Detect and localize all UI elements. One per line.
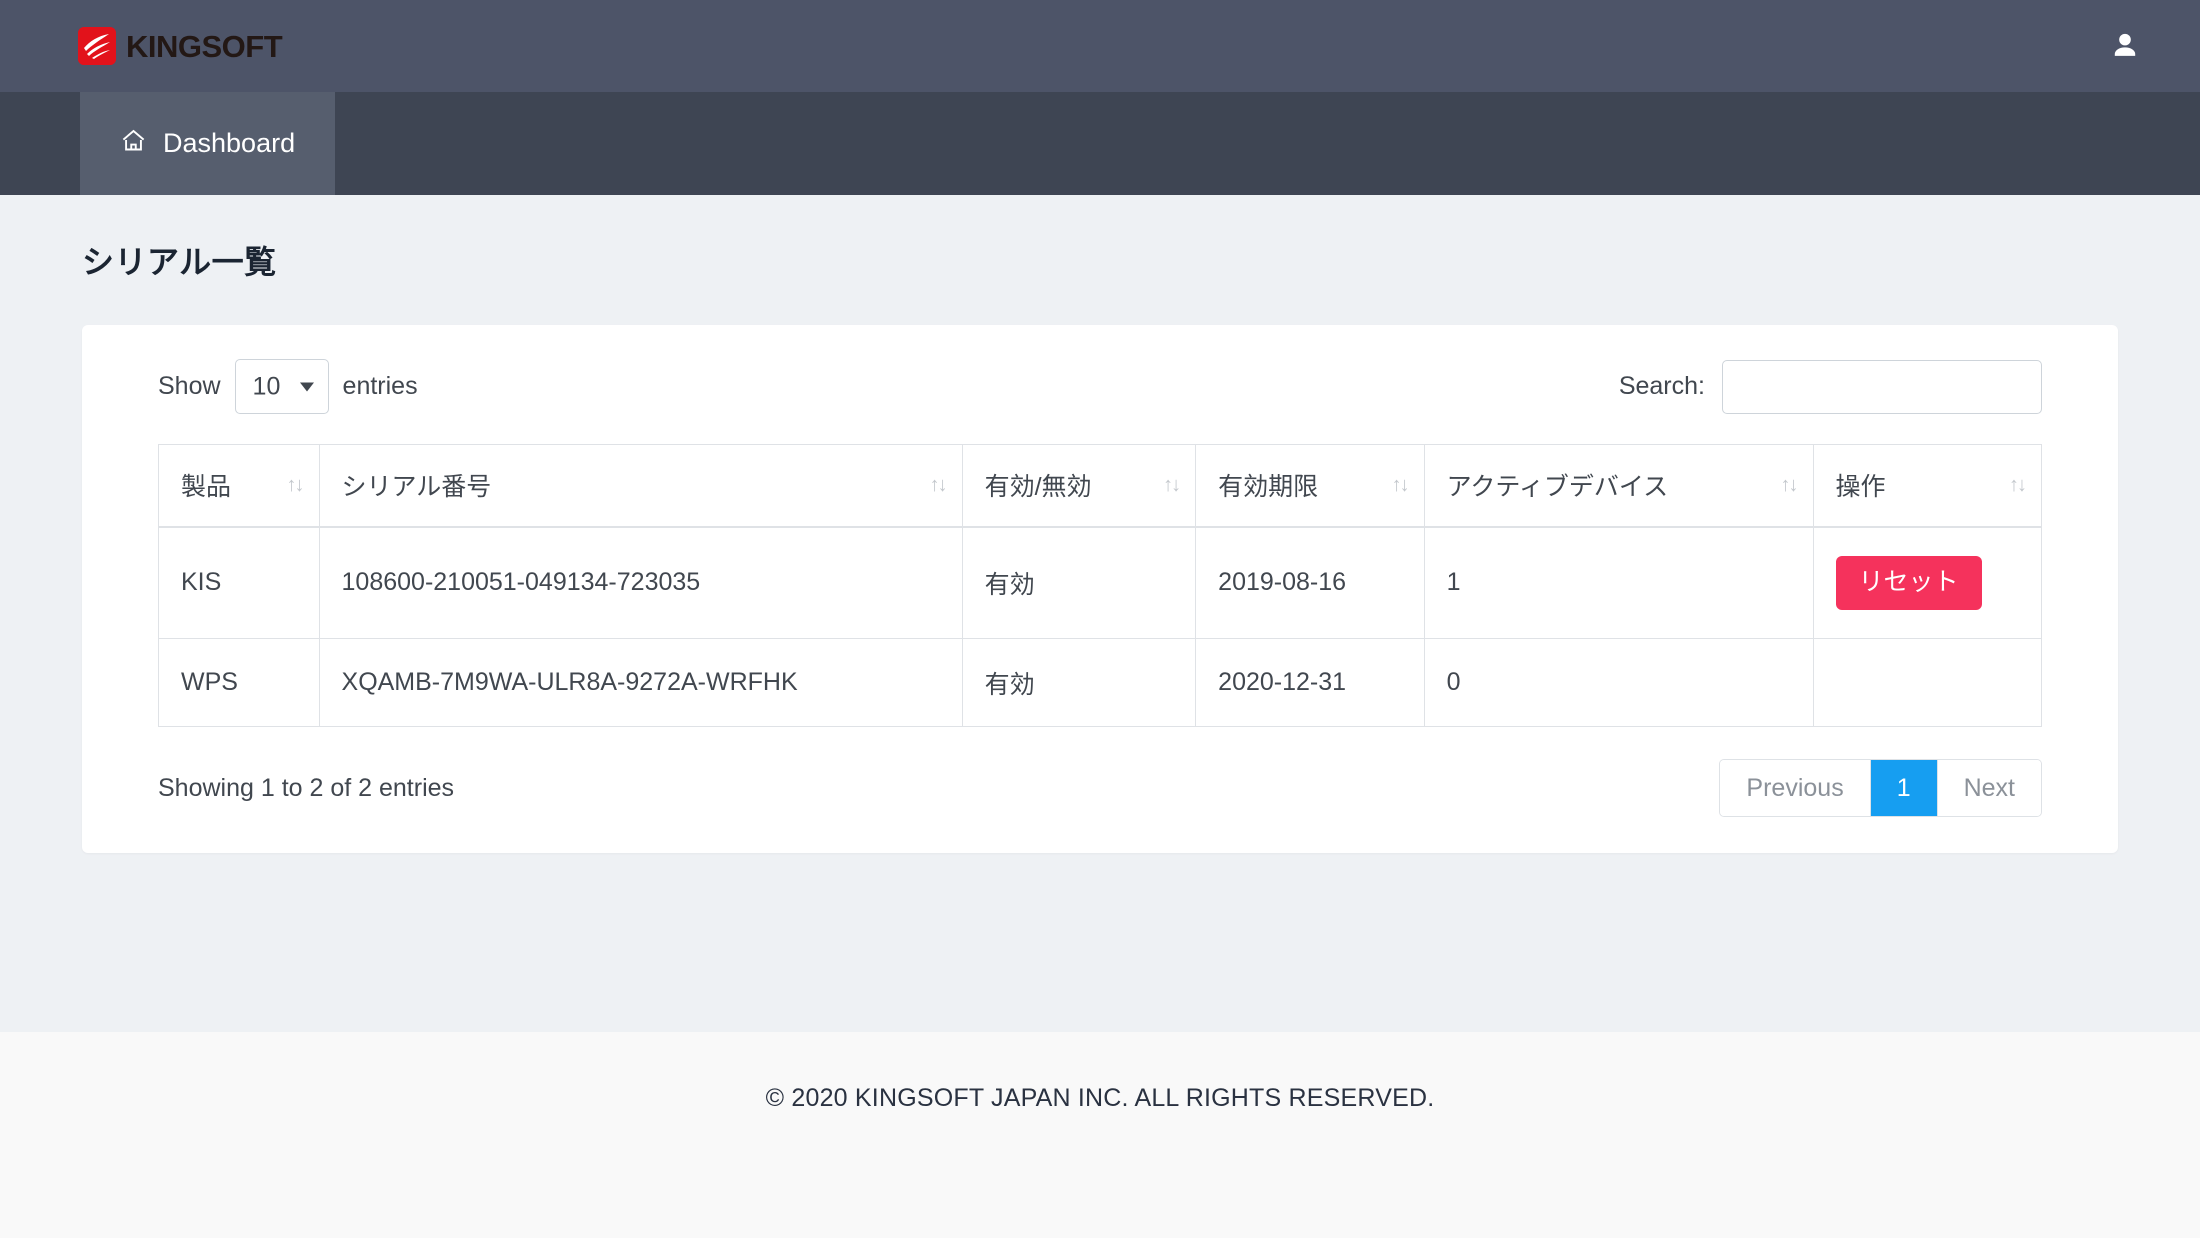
- reset-button[interactable]: リセット: [1835, 556, 1982, 610]
- serial-table: 製品 ↑↓ シリアル番号 ↑↓ 有効/無効 ↑↓ 有効期限 ↑↓ アクティブデバ…: [158, 444, 2043, 727]
- column-header-label: 有効期限: [1218, 473, 1319, 502]
- table-header-row: 製品 ↑↓ シリアル番号 ↑↓ 有効/無効 ↑↓ 有効期限 ↑↓ アクティブデバ…: [158, 444, 2043, 528]
- brand-name: KINGSOFT: [126, 28, 283, 64]
- datatable-card: Show 10 entries Search: 製品 ↑↓ シリアル番号 ↑↓ …: [82, 325, 2118, 853]
- pagination: Previous 1 Next: [1719, 759, 2042, 817]
- entries-per-page-value: 10: [252, 372, 281, 400]
- cell-active-devices: 1: [1423, 526, 1814, 639]
- sort-updown-icon: ↑↓: [286, 474, 305, 497]
- cell-serial: 108600-210051-049134-723035: [318, 526, 963, 639]
- top-bar: KINGSOFT: [0, 0, 2200, 92]
- entries-label: entries: [342, 372, 418, 400]
- chevron-down-icon: [299, 382, 314, 391]
- person-icon[interactable]: [2104, 25, 2146, 67]
- home-icon: [120, 127, 147, 161]
- column-header-product[interactable]: 製品 ↑↓: [158, 444, 320, 528]
- page-title: シリアル一覧: [82, 244, 277, 280]
- pagination-previous[interactable]: Previous: [1720, 760, 1871, 816]
- column-header-label: 操作: [1835, 473, 1886, 502]
- table-head: 製品 ↑↓ シリアル番号 ↑↓ 有効/無効 ↑↓ 有効期限 ↑↓ アクティブデバ…: [158, 444, 2043, 528]
- cell-product: KIS: [158, 526, 320, 639]
- cell-expiry: 2020-12-31: [1195, 638, 1425, 727]
- sort-updown-icon: ↑↓: [2009, 474, 2027, 497]
- sort-updown-icon: ↑↓: [1780, 474, 1799, 497]
- cell-expiry: 2019-08-16: [1195, 526, 1425, 639]
- length-control: Show 10 entries: [158, 359, 418, 414]
- sort-updown-icon: ↑↓: [1163, 474, 1181, 497]
- column-header-label: 有効/無効: [984, 473, 1092, 502]
- column-header-operation[interactable]: 操作 ↑↓: [1812, 444, 2043, 528]
- search-label: Search:: [1618, 372, 1705, 400]
- table-row: WPS XQAMB-7M9WA-ULR8A-9272A-WRFHK 有効 202…: [158, 638, 2043, 727]
- search-input[interactable]: [1722, 359, 2042, 414]
- nav-item-dashboard[interactable]: Dashboard: [80, 92, 336, 195]
- column-header-serial[interactable]: シリアル番号 ↑↓: [318, 444, 963, 528]
- nav-item-label: Dashboard: [163, 128, 296, 158]
- column-header-label: アクティブデバイス: [1446, 473, 1669, 502]
- copyright-text: © 2020 KINGSOFT JAPAN INC. ALL RIGHTS RE…: [765, 1084, 1435, 1112]
- datatable-controls: Show 10 entries Search:: [158, 359, 2042, 414]
- column-header-active-devices[interactable]: アクティブデバイス ↑↓: [1423, 444, 1814, 528]
- sort-updown-icon: ↑↓: [929, 474, 948, 497]
- show-label: Show: [158, 372, 221, 400]
- table-body: KIS 108600-210051-049134-723035 有効 2019-…: [158, 526, 2043, 727]
- cell-product: WPS: [158, 638, 320, 727]
- content-area: シリアル一覧 Show 10 entries Search: 製品 ↑↓ シリア…: [0, 195, 2200, 1032]
- table-row: KIS 108600-210051-049134-723035 有効 2019-…: [158, 526, 2043, 639]
- cell-state: 有効: [961, 526, 1197, 639]
- datatable-info: Showing 1 to 2 of 2 entries: [158, 773, 455, 802]
- entries-per-page-select[interactable]: 10: [234, 359, 329, 414]
- pagination-page-1[interactable]: 1: [1870, 760, 1938, 816]
- sort-updown-icon: ↑↓: [1391, 474, 1410, 497]
- cell-state: 有効: [961, 638, 1197, 727]
- pagination-next[interactable]: Next: [1937, 760, 2041, 816]
- kingsoft-logo-mark-icon: [78, 27, 116, 65]
- column-header-label: シリアル番号: [341, 473, 492, 502]
- site-footer: © 2020 KINGSOFT JAPAN INC. ALL RIGHTS RE…: [0, 1032, 2200, 1238]
- cell-operation: [1812, 638, 2043, 727]
- cell-serial: XQAMB-7M9WA-ULR8A-9272A-WRFHK: [318, 638, 963, 727]
- main-nav: Dashboard: [0, 92, 2200, 195]
- column-header-expiry[interactable]: 有効期限 ↑↓: [1195, 444, 1425, 528]
- column-header-label: 製品: [181, 473, 232, 502]
- cell-operation: リセット: [1812, 526, 2043, 639]
- datatable-footer: Showing 1 to 2 of 2 entries Previous 1 N…: [158, 759, 2042, 817]
- column-header-state[interactable]: 有効/無効 ↑↓: [961, 444, 1197, 528]
- brand-logo[interactable]: KINGSOFT: [78, 27, 283, 65]
- cell-active-devices: 0: [1423, 638, 1814, 727]
- search-control: Search:: [1618, 359, 2042, 414]
- app-root: KINGSOFT Dashboard シリアル一覧 Show 10 entrie…: [0, 0, 2200, 1238]
